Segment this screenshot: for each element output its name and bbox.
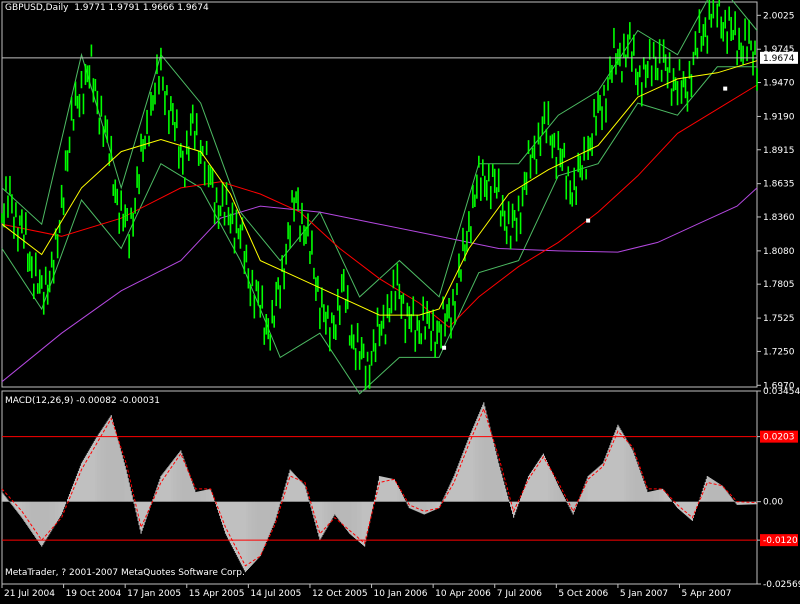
- macd-y-tick-label: 0.00: [763, 498, 783, 508]
- macd-y-tick-label: 0.03454: [763, 387, 800, 397]
- price-header: GBPUSD,Daily 1.9771 1.9791 1.9666 1.9674: [5, 3, 209, 13]
- x-tick-label: 14 Jul 2005: [250, 589, 301, 599]
- x-tick-label: 19 Oct 2004: [66, 589, 122, 599]
- chart-area[interactable]: 2.0025 1.9745 1.9470 1.9190 1.8915 1.8635 1.83…: [0, 0, 800, 600]
- x-tick-label: 10 Jan 2006: [374, 589, 428, 599]
- envelope-upper-line: [1, 0, 758, 298]
- x-tick-label: 21 Jul 2004: [4, 589, 55, 599]
- signal-marker: [723, 86, 728, 91]
- current-price-label: 1.9674: [763, 54, 795, 64]
- price-y-tick-label: 1.8080: [763, 247, 795, 257]
- x-tick-label: 5 Jan 2007: [620, 589, 668, 599]
- price-bars: [1, 0, 758, 390]
- ma-slow-line: [1, 187, 758, 383]
- price-y-tick-label: 1.8635: [763, 180, 795, 190]
- copyright-label: MetaTrader, ? 2001-2007 MetaQuotes Softw…: [5, 568, 245, 578]
- symbol-label: GBPUSD,Daily: [5, 3, 69, 13]
- price-y-tick-label: 2.0025: [763, 11, 795, 21]
- macd-title: MACD(12,26,9) -0.00082 -0.00031: [5, 396, 161, 406]
- price-y-tick-label: 1.7250: [763, 347, 795, 357]
- price-y-tick-label: 1.7805: [763, 280, 795, 290]
- macd-y-tick-label: 0.0203: [763, 433, 795, 443]
- price-y-tick-label: 1.9470: [763, 79, 795, 89]
- macd-y-tick-label: -0.02569: [763, 580, 800, 590]
- macd-histogram: [1, 402, 758, 573]
- signal-marker: [586, 218, 591, 223]
- signal-marker: [442, 345, 447, 350]
- x-tick-label: 17 Jan 2005: [127, 589, 181, 599]
- x-tick-label: 5 Oct 2006: [558, 589, 608, 599]
- x-tick-label: 7 Jul 2006: [497, 589, 542, 599]
- x-tick-label: 15 Apr 2005: [189, 589, 245, 599]
- price-y-tick-label: 1.8360: [763, 213, 795, 223]
- x-tick-label: 10 Apr 2006: [435, 589, 491, 599]
- chart-canvas: 2.00251.97451.94701.91901.89151.86351.83…: [1, 0, 800, 599]
- price-y-tick-label: 1.8915: [763, 146, 795, 156]
- price-y-tick-label: 1.9190: [763, 112, 795, 122]
- x-tick-label: 12 Oct 2005: [312, 589, 368, 599]
- x-tick-label: 5 Apr 2007: [682, 589, 732, 599]
- ohlc-label: 1.9771 1.9791 1.9666 1.9674: [74, 3, 209, 13]
- macd-y-tick-label: -0.0120: [763, 536, 798, 546]
- price-y-tick-label: 1.7525: [763, 314, 795, 324]
- ma-mid-line: [1, 84, 758, 328]
